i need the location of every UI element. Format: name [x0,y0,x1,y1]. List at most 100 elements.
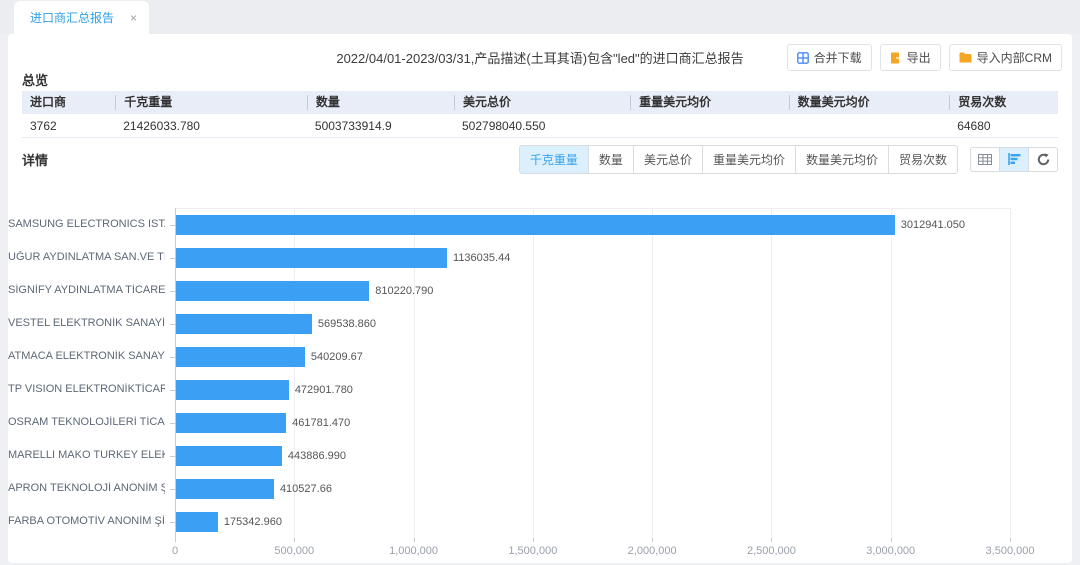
overview-column-header: 进口商 [22,95,115,110]
category-axis-tick [170,522,175,523]
category-axis-tick [170,357,175,358]
bar [176,512,218,532]
x-gridline [771,208,772,538]
x-axis-tick [891,538,892,542]
category-label: MARELLI MAKO TURKEY ELEKTRİK S... [8,449,165,461]
overview-cell: 5003733914.9 [307,119,454,133]
bar [176,446,282,466]
x-axis-tick-label: 1,500,000 [508,545,557,557]
bar-chart: 0 500,000 1,000,000 1,500,000 2,000,000 2,500… [8,195,1072,555]
bar-value-label: 810220.790 [375,285,433,297]
bar [176,215,895,235]
category-label: APRON TEKNOLOJİ ANONİM ŞİRKETİ [8,482,165,494]
category-label: SAMSUNG ELECTRONICS ISTANBUL P... [8,218,165,230]
refresh-icon [1037,153,1050,166]
import-crm-label: 导入内部CRM [977,49,1052,66]
metric-tab-button[interactable]: 数量 [588,145,634,174]
overview-header-row: 进口商千克重量数量美元总价重量美元均价数量美元均价贸易次数 [22,91,1058,114]
table-view-button[interactable] [970,147,1000,172]
x-axis-tick-label: 500,000 [274,545,314,557]
x-gridline [533,208,534,538]
metric-tab-button[interactable]: 贸易次数 [888,145,958,174]
overview-column-header: 重量美元均价 [630,95,789,110]
category-label: ATMACA ELEKTRONİK SANAYİ VE Tİ... [8,350,165,362]
bar-value-label: 461781.470 [292,417,350,429]
tab-importer-summary-report[interactable]: 进口商汇总报告 × [14,1,149,34]
x-gridline [652,208,653,538]
table-view-icon [978,154,992,165]
merge-download-icon [797,52,809,64]
category-label: OSRAM TEKNOLOJİLERİ TİCARET AN... [8,416,165,428]
bar-value-label: 472901.780 [295,384,353,396]
x-axis-tick-label: 3,000,000 [866,545,915,557]
overview-cell: 502798040.550 [454,119,630,133]
bar-value-label: 540209.67 [311,351,363,363]
overview-column-header: 千克重量 [115,95,307,110]
bar-value-label: 410527.66 [280,483,332,495]
x-axis-tick-label: 2,500,000 [747,545,796,557]
category-axis-tick [170,390,175,391]
bar-value-label: 569538.860 [318,318,376,330]
overview-cell: 3762 [22,119,115,133]
overview-table: 进口商千克重量数量美元总价重量美元均价数量美元均价贸易次数 3762214260… [22,91,1058,138]
x-axis-tick [533,538,534,542]
merge-download-label: 合并下载 [814,49,862,66]
overview-column-header: 数量美元均价 [789,95,950,110]
bar [176,281,369,301]
plot-top-border [175,208,1010,209]
detail-bar: 详情 千克重量数量美元总价重量美元均价数量美元均价贸易次数 [22,145,1058,173]
metric-tab-active[interactable]: 千克重量 [519,145,589,174]
export-label: 导出 [907,49,931,66]
category-axis-tick [170,489,175,490]
category-axis-tick [170,258,175,259]
import-crm-button[interactable]: 导入内部CRM [949,44,1062,71]
bar-chart-view-button[interactable] [999,147,1029,172]
metric-toggle-group: 千克重量数量美元总价重量美元均价数量美元均价贸易次数 [519,145,958,174]
bar [176,413,286,433]
bar [176,380,289,400]
x-axis-tick-label: 0 [172,545,178,557]
x-axis-tick-label: 2,000,000 [628,545,677,557]
bar-value-label: 3012941.050 [901,219,965,231]
overview-cell: 21426033.780 [115,119,307,133]
bar [176,347,305,367]
metric-tab-button[interactable]: 美元总价 [633,145,703,174]
x-axis-tick [771,538,772,542]
x-gridline [891,208,892,538]
category-label: SİGNİFY AYDINLATMA TİCARET ANO... [8,284,165,296]
x-axis-tick [1010,538,1011,542]
close-icon[interactable]: × [130,12,137,24]
bar [176,248,447,268]
tab-title: 进口商汇总报告 [30,9,114,26]
bar-chart-view-icon [1008,153,1021,165]
x-gridline [1010,208,1011,538]
x-axis-tick-label: 1,000,000 [389,545,438,557]
category-axis-tick [170,456,175,457]
bar-value-label: 175342.960 [224,516,282,528]
overview-data-row: 376221426033.7805003733914.9502798040.55… [22,114,1058,138]
category-label: FARBA OTOMOTİV ANONİM ŞİRKETİ [8,515,165,527]
overview-column-header: 数量 [307,95,454,110]
category-label: VESTEL ELEKTRONİK SANAYİ VE Tİ... [8,317,165,329]
metric-tab-button[interactable]: 重量美元均价 [702,145,796,174]
overview-section-title: 总览 [22,70,48,89]
category-axis-tick [170,423,175,424]
category-axis-tick [170,291,175,292]
category-label: UĞUR AYDINLATMA SAN.VE TİC.LTD... [8,251,165,263]
category-axis-tick [170,324,175,325]
detail-controls: 千克重量数量美元总价重量美元均价数量美元均价贸易次数 [519,145,1058,174]
bar-value-label: 1136035.44 [453,252,510,264]
metric-tab-button[interactable]: 数量美元均价 [795,145,889,174]
x-axis-tick [652,538,653,542]
refresh-button[interactable] [1028,147,1058,172]
x-axis-tick [414,538,415,542]
overview-column-header: 贸易次数 [949,95,1058,110]
x-axis-tick-label: 3,500,000 [986,545,1035,557]
export-button[interactable]: 导出 [880,44,941,71]
tab-bar: 进口商汇总报告 × [0,0,1080,34]
merge-download-button[interactable]: 合并下载 [787,44,872,71]
header-buttons: 合并下载 导出 导入内部CRM [787,44,1062,71]
export-icon [890,52,902,64]
category-axis-tick [170,225,175,226]
x-axis-tick [294,538,295,542]
